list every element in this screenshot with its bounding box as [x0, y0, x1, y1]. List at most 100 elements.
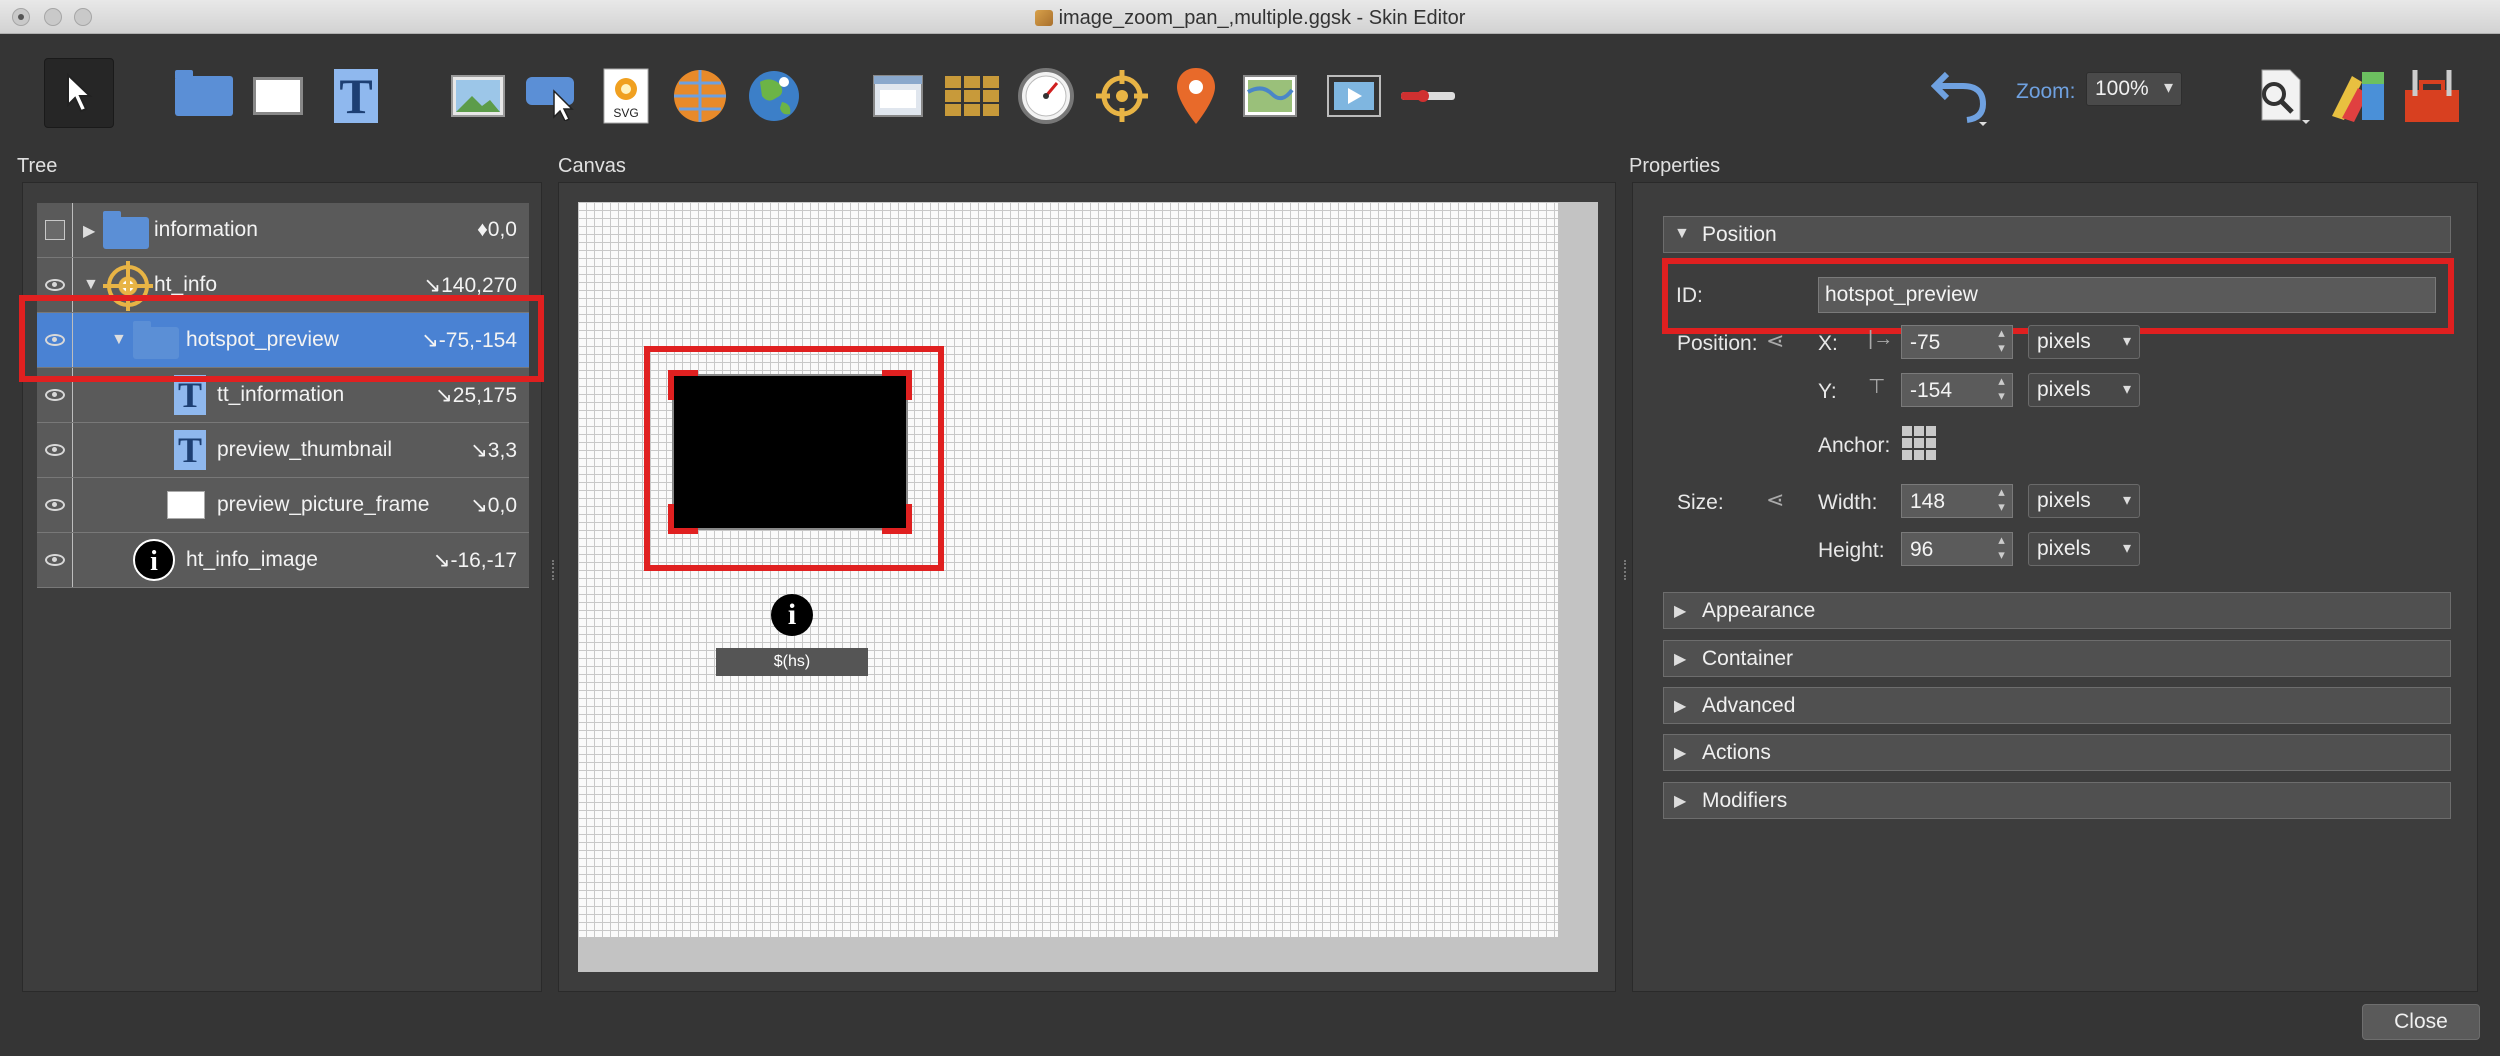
- button-tool-button[interactable]: [520, 64, 584, 128]
- tree-row-label: preview_thumbnail: [217, 438, 393, 461]
- close-button[interactable]: Close: [2362, 1004, 2480, 1040]
- window-title: image_zoom_pan_,multiple.ggsk - Skin Edi…: [0, 7, 2500, 30]
- zoom-select[interactable]: 100%: [2086, 72, 2182, 106]
- globe-icon: [749, 71, 799, 121]
- x-field[interactable]: -75: [1901, 325, 2013, 359]
- timer-tool-button[interactable]: [1014, 64, 1078, 128]
- y-value: -154: [1910, 379, 1953, 402]
- floorplan-tool-button[interactable]: [1238, 64, 1302, 128]
- tree-row-coords: ♦0,0: [477, 218, 517, 241]
- search-button[interactable]: [2250, 64, 2314, 128]
- tree-row-label: preview_picture_frame: [217, 493, 430, 516]
- section-title: Position: [1702, 223, 1777, 246]
- section-title: Modifiers: [1702, 789, 1788, 812]
- width-field[interactable]: 148: [1901, 484, 2013, 518]
- height-unit-value: pixels: [2037, 537, 2091, 560]
- color-tools-icon: [2332, 72, 2384, 122]
- eye-icon: [44, 499, 65, 511]
- map-pin-tool-button[interactable]: [1164, 64, 1228, 128]
- id-field-highlight: [1662, 258, 2454, 334]
- eye-icon: [44, 279, 65, 291]
- visibility-toggle[interactable]: [37, 423, 73, 477]
- rectangle-icon: [167, 491, 205, 519]
- zoom-label: Zoom:: [2016, 80, 2076, 103]
- visibility-toggle[interactable]: [37, 478, 73, 532]
- expand-arrow-icon[interactable]: ▶: [83, 221, 95, 241]
- video-tool-button[interactable]: [1322, 64, 1386, 128]
- position-label: Position:: [1677, 332, 1758, 355]
- folder-icon: [175, 70, 233, 116]
- info-icon[interactable]: i: [771, 594, 813, 636]
- tree-row-ht-info-image[interactable]: i ht_info_image ↘-16,-17: [37, 533, 529, 588]
- section-title: Actions: [1702, 741, 1771, 764]
- link-icon[interactable]: ⋖: [1766, 487, 1784, 513]
- actions-section-header[interactable]: ▶ Actions: [1663, 734, 2451, 771]
- anchor-grid-icon[interactable]: [1902, 426, 1936, 460]
- properties-label: Properties: [1629, 155, 1721, 177]
- splitter-handle[interactable]: [1624, 560, 1630, 580]
- cloner-tool-button[interactable]: [940, 64, 1004, 128]
- document-icon: [1034, 10, 1053, 26]
- x-unit-value: pixels: [2037, 330, 2091, 353]
- video-icon: [1327, 75, 1381, 117]
- tree-row-preview-picture-frame[interactable]: preview_picture_frame ↘0,0: [37, 478, 529, 533]
- search-icon: [2261, 69, 2310, 124]
- y-unit-select[interactable]: pixels: [2028, 373, 2140, 407]
- container-section-header[interactable]: ▶ Container: [1663, 640, 2451, 677]
- image-tool-button[interactable]: [446, 64, 510, 128]
- height-field[interactable]: 96: [1901, 532, 2013, 566]
- modifiers-section-header[interactable]: ▶ Modifiers: [1663, 782, 2451, 819]
- link-icon[interactable]: ⋖: [1766, 328, 1784, 354]
- color-tools-button[interactable]: [2326, 64, 2390, 128]
- title-bar: image_zoom_pan_,multiple.ggsk - Skin Edi…: [0, 0, 2500, 34]
- map-tool-button[interactable]: [742, 64, 806, 128]
- tree-selection-highlight: [19, 295, 544, 382]
- globe-orange-icon: [674, 70, 726, 122]
- tree-row-information[interactable]: ▶ information ♦0,0: [37, 203, 529, 258]
- position-section-header[interactable]: ▼ Position: [1663, 216, 2451, 253]
- target-icon: [1096, 70, 1148, 122]
- expand-arrow-icon: ▶: [1674, 745, 1687, 762]
- window-title-text: image_zoom_pan_,multiple.ggsk - Skin Edi…: [1058, 7, 1466, 29]
- hotspot-proxy-tool-button[interactable]: [1090, 64, 1154, 128]
- tree-row-preview-thumbnail[interactable]: T preview_thumbnail ↘3,3: [37, 423, 529, 478]
- text-t-icon: T: [174, 430, 206, 470]
- height-unit-select[interactable]: pixels: [2028, 532, 2140, 566]
- image-icon: [451, 75, 505, 117]
- hs-text-label[interactable]: $(hs): [716, 648, 868, 676]
- undo-button[interactable]: [1930, 64, 1994, 128]
- select-tool-button[interactable]: [44, 58, 114, 128]
- width-label: Width:: [1818, 491, 1878, 514]
- y-field[interactable]: -154: [1901, 373, 2013, 407]
- undo-icon: [1931, 71, 1987, 126]
- svg-tool-button[interactable]: SVG: [594, 64, 658, 128]
- svg-text:SVG: SVG: [613, 106, 638, 120]
- y-label: Y:: [1818, 380, 1837, 403]
- align-left-icon: |→: [1868, 328, 1894, 350]
- advanced-section-header[interactable]: ▶ Advanced: [1663, 687, 2451, 724]
- pointer-arrow-icon: [67, 73, 93, 113]
- eye-icon: [44, 389, 65, 401]
- map-image-icon: [1243, 75, 1297, 117]
- text-tool-button[interactable]: T: [324, 64, 388, 128]
- x-label: X:: [1818, 332, 1838, 355]
- text-box-tool-button[interactable]: [866, 64, 930, 128]
- hotspot-tool-button[interactable]: [668, 64, 732, 128]
- text-t-icon: T: [334, 69, 378, 123]
- collapse-arrow-icon[interactable]: ▼: [83, 276, 99, 294]
- rectangle-tool-button[interactable]: [246, 64, 310, 128]
- eye-icon: [44, 554, 65, 566]
- eye-icon: [44, 444, 65, 456]
- toolbox-button[interactable]: [2400, 64, 2464, 128]
- x-unit-select[interactable]: pixels: [2028, 325, 2140, 359]
- progressbar-tool-button[interactable]: [1396, 64, 1460, 128]
- expand-arrow-icon: ▶: [1674, 651, 1687, 668]
- width-unit-select[interactable]: pixels: [2028, 484, 2140, 518]
- visibility-toggle[interactable]: [37, 533, 73, 587]
- tree-row-label: tt_information: [217, 383, 345, 406]
- container-tool-button[interactable]: [172, 64, 236, 128]
- visibility-toggle[interactable]: [37, 203, 73, 257]
- x-value: -75: [1910, 331, 1941, 354]
- tree-row-label: ht_info_image: [186, 548, 318, 571]
- appearance-section-header[interactable]: ▶ Appearance: [1663, 592, 2451, 629]
